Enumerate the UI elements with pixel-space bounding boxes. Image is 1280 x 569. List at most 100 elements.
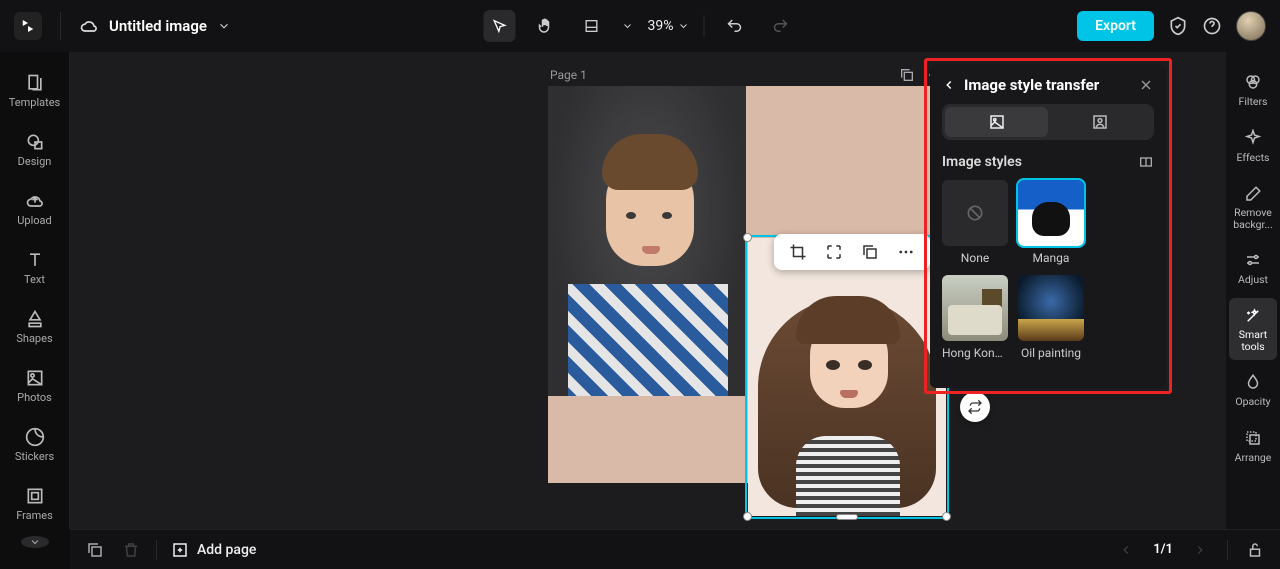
divider [156, 540, 157, 560]
duplicate-icon[interactable] [860, 242, 880, 262]
none-icon [942, 180, 1008, 246]
add-page-icon [171, 541, 189, 559]
duplicate-page-icon[interactable] [898, 66, 916, 84]
sidebar-item-opacity[interactable]: Opacity [1229, 364, 1277, 416]
hand-tool[interactable] [530, 10, 562, 42]
opacity-icon [1244, 373, 1262, 391]
sidebar-item-upload[interactable]: Upload [3, 182, 67, 235]
resize-handle[interactable] [836, 514, 858, 520]
crop-tool[interactable] [576, 10, 608, 42]
sidebar-item-stickers[interactable]: Stickers [3, 418, 67, 471]
close-icon[interactable] [1138, 77, 1154, 93]
toolbar-center: 39% [484, 10, 797, 42]
mode-image[interactable] [945, 107, 1048, 137]
style-transfer-panel: Image style transfer Image styles None [930, 64, 1166, 388]
sidebar-item-adjust[interactable]: Adjust [1229, 242, 1277, 294]
chevron-down-icon[interactable] [622, 20, 634, 32]
logo-icon [19, 17, 37, 35]
photos-icon [25, 368, 45, 388]
avatar[interactable] [1236, 11, 1266, 41]
page-label: Page 1 [550, 68, 587, 82]
shapes-icon [25, 309, 45, 329]
sidebar-item-arrange[interactable]: Arrange [1229, 420, 1277, 472]
app-logo[interactable] [14, 12, 42, 40]
section-label: Image styles [942, 154, 1022, 170]
expand-icon[interactable] [824, 242, 844, 262]
lock-icon[interactable] [1244, 539, 1266, 561]
resize-handle[interactable] [942, 512, 951, 521]
chevron-down-icon [29, 536, 41, 548]
sidebar-item-frames[interactable]: Frames [3, 477, 67, 530]
stickers-icon [25, 427, 45, 447]
trash-icon[interactable] [120, 539, 142, 561]
hand-icon [537, 17, 555, 35]
export-button[interactable]: Export [1077, 11, 1154, 41]
arrange-icon [1244, 429, 1262, 447]
redo-button[interactable] [765, 10, 797, 42]
mode-person[interactable] [1048, 107, 1151, 137]
zoom-level[interactable]: 39% [648, 18, 690, 34]
divider [704, 15, 705, 37]
divider [1227, 540, 1228, 560]
image-mode-icon [988, 113, 1006, 131]
next-page-icon[interactable] [1189, 539, 1211, 561]
sidebar-item-effects[interactable]: Effects [1229, 120, 1277, 172]
aspect-icon[interactable] [1138, 154, 1154, 170]
chevron-down-icon[interactable] [217, 19, 231, 33]
cursor-icon [492, 18, 508, 34]
highlight-box: Image style transfer Image styles None [924, 58, 1172, 394]
resize-handle[interactable] [743, 233, 752, 242]
swap-icon [967, 399, 983, 415]
adjust-icon [1244, 251, 1262, 269]
sidebar-item-photos[interactable]: Photos [3, 359, 67, 412]
style-manga[interactable]: Manga [1018, 180, 1084, 265]
style-hongkong[interactable]: Hong Kong ... [942, 275, 1008, 360]
shield-icon[interactable] [1168, 16, 1188, 36]
text-icon [25, 250, 45, 270]
resize-handle[interactable] [743, 512, 752, 521]
panel-title: Image style transfer [964, 76, 1099, 94]
eraser-icon [1244, 185, 1262, 203]
page[interactable] [548, 86, 944, 483]
more-icon[interactable] [896, 242, 916, 262]
chevron-down-icon [678, 20, 690, 32]
upload-icon [25, 191, 45, 211]
floating-toolbar [774, 234, 930, 270]
sidebar-item-shapes[interactable]: Shapes [3, 300, 67, 353]
design-icon [25, 132, 45, 152]
bottom-bar: Add page 1/1 [70, 529, 1280, 569]
select-tool[interactable] [484, 10, 516, 42]
selected-image[interactable] [748, 238, 946, 516]
style-none[interactable]: None [942, 180, 1008, 265]
add-page-button[interactable]: Add page [171, 541, 256, 559]
undo-icon [726, 17, 744, 35]
sidebar-item-templates[interactable]: Templates [3, 64, 67, 117]
magic-icon [1244, 307, 1262, 325]
help-icon[interactable] [1202, 16, 1222, 36]
project-title[interactable]: Untitled image [109, 17, 207, 35]
sidebar-item-remove-bg[interactable]: Remove backgr... [1229, 176, 1277, 238]
left-sidebar: Templates Design Upload Text Shapes Phot… [0, 52, 70, 529]
sidebar-item-text[interactable]: Text [3, 241, 67, 294]
prev-page-icon[interactable] [1115, 539, 1137, 561]
selection-outline [745, 235, 949, 519]
sidebar-more[interactable] [21, 536, 49, 548]
cloud-icon[interactable] [79, 16, 99, 36]
sidebar-item-smart-tools[interactable]: Smart tools [1229, 298, 1277, 360]
crop-icon[interactable] [788, 242, 808, 262]
canvas[interactable]: Page 1 [70, 52, 1226, 529]
pager: 1/1 [1153, 542, 1173, 557]
undo-button[interactable] [719, 10, 751, 42]
frames-icon [25, 486, 45, 506]
back-icon[interactable] [942, 78, 956, 92]
mode-segmented [942, 104, 1154, 140]
sidebar-item-design[interactable]: Design [3, 123, 67, 176]
image-boy[interactable] [548, 86, 746, 396]
style-oil-painting[interactable]: Oil painting [1018, 275, 1084, 360]
frame-icon [584, 18, 600, 34]
sidebar-item-filters[interactable]: Filters [1229, 64, 1277, 116]
person-mode-icon [1091, 113, 1109, 131]
layers-icon[interactable] [84, 539, 106, 561]
redo-icon [772, 17, 790, 35]
swap-button[interactable] [960, 392, 990, 422]
